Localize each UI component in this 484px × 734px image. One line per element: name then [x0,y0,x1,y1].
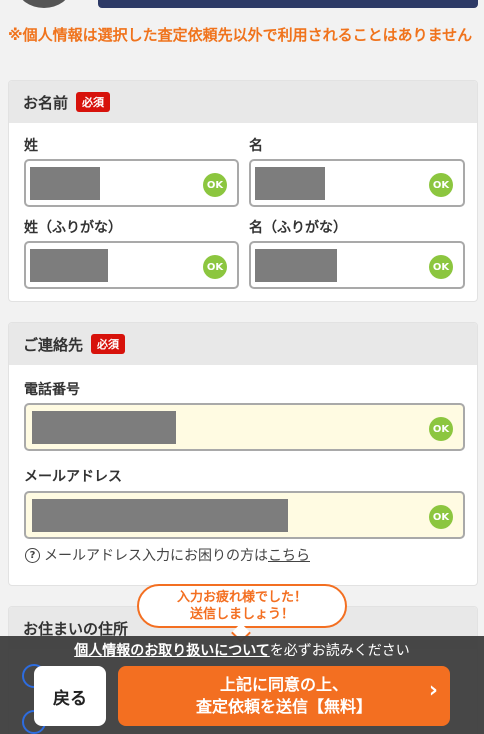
redacted-value [30,249,108,282]
bubble-line1: 入力お疲れ様でした！ [176,590,307,605]
submit-line2: 査定依頼を送信【無料】 [195,697,372,716]
question-icon: ? [25,547,40,563]
bottom-action-bar: 個人情報のお取り扱いについてを必ずお読みください 戻る 上記に同意の上、 査定依… [0,636,484,734]
first-kana-input[interactable]: OK [249,241,465,289]
privacy-note: ※個人情報は選択した査定依頼先以外で利用されることはありません [8,26,473,44]
redacted-value [255,167,325,200]
section-title: お名前 [23,93,69,112]
first-kana-label: 名（ふりがな） [249,220,347,236]
ok-icon: OK [429,505,453,529]
required-badge: 必須 [76,92,111,112]
section-title: ご連絡先 [23,335,84,354]
last-name-input[interactable]: OK [24,159,239,207]
top-banner[interactable] [98,0,478,8]
ok-icon: OK [429,173,453,197]
help-text: メールアドレス入力にお困りの方は [44,548,268,564]
redacted-value [32,499,288,532]
ok-icon: OK [429,417,453,441]
contact-section: ご連絡先 必須 電話番号 OK メールアドレス OK ? メールアドレス入力にお… [8,322,478,586]
last-kana-input[interactable]: OK [24,241,239,289]
back-button[interactable]: 戻る [34,666,106,726]
last-kana-label: 姓（ふりがな） [24,220,122,236]
bubble-line2: 送信しましょう！ [189,607,294,622]
help-link[interactable]: こちら [268,545,310,565]
email-input[interactable]: OK [24,491,465,539]
first-name-input[interactable]: OK [249,159,465,207]
first-name-label: 名 [249,138,263,154]
required-badge: 必須 [91,334,126,354]
last-name-label: 姓 [24,138,38,154]
notice-text: を必ずお読みください [269,643,410,659]
name-section: お名前 必須 姓 名 OK OK 姓（ふりがな） 名（ふりがな） OK OK [8,80,478,302]
ok-icon: OK [203,255,227,279]
privacy-notice: 個人情報のお取り扱いについてを必ずお読みください [0,640,484,660]
redacted-value [255,249,337,282]
phone-label: 電話番号 [24,382,80,398]
submit-button[interactable]: 上記に同意の上、 査定依頼を送信【無料】 › [118,666,450,726]
avatar [18,0,70,8]
redacted-value [32,411,176,444]
chevron-right-icon: › [428,678,438,703]
encouragement-bubble: 入力お疲れ様でした！ 送信しましょう！ [137,584,347,628]
section-header: お名前 必須 [9,81,477,123]
ok-icon: OK [203,173,227,197]
submit-line1: 上記に同意の上、 [219,675,348,694]
phone-input[interactable]: OK [24,403,465,451]
email-label: メールアドレス [24,469,122,485]
ok-icon: OK [429,255,453,279]
privacy-policy-link[interactable]: 個人情報のお取り扱いについて [74,643,270,659]
section-header: ご連絡先 必須 [9,323,477,365]
email-help: ? メールアドレス入力にお困りの方は こちら [25,545,310,565]
redacted-value [30,167,100,200]
